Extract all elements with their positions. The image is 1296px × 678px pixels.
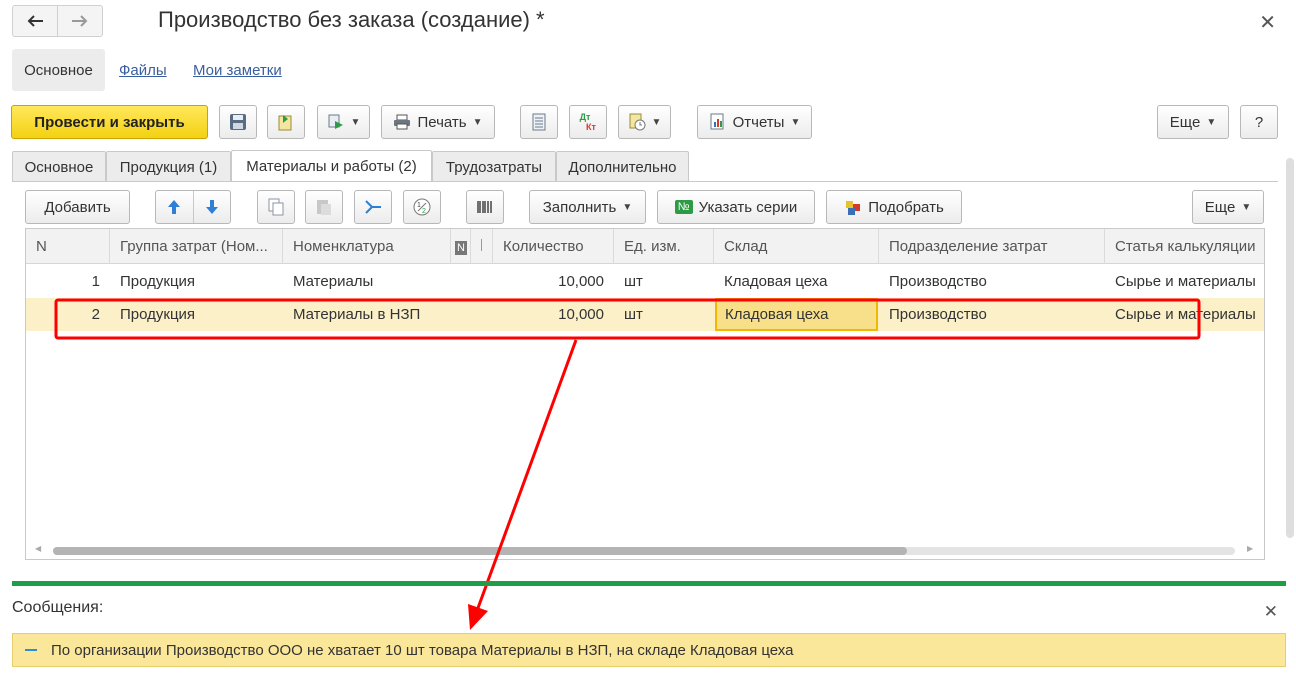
minus-icon [25, 649, 37, 651]
message-item[interactable]: По организации Производство ООО не хвата… [12, 633, 1286, 667]
highlight-rect [54, 298, 1201, 340]
annotation-overlay [54, 298, 1201, 630]
messages-title: Сообщения: [12, 599, 104, 616]
messages-divider [12, 581, 1286, 586]
annotation-arrow-line [476, 339, 578, 609]
annotation-arrow-head [468, 604, 488, 630]
message-text: По организации Производство ООО не хвата… [51, 641, 794, 659]
close-messages-icon[interactable]: ✕ [1264, 602, 1278, 622]
